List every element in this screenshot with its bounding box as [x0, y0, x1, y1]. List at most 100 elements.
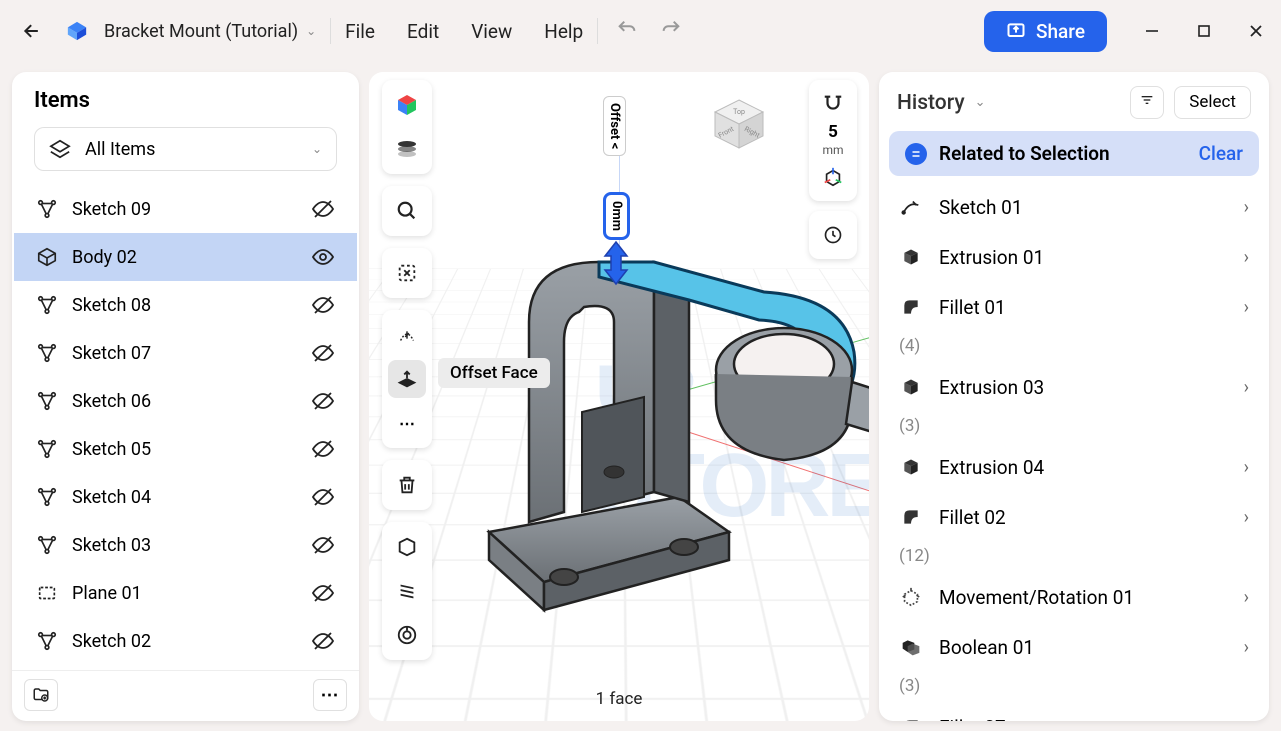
item-row[interactable]: Sketch 02: [14, 617, 357, 665]
new-folder-button[interactable]: [24, 679, 58, 711]
delete-selection-button[interactable]: [388, 254, 426, 292]
back-button[interactable]: [18, 17, 46, 45]
visibility-toggle[interactable]: [311, 293, 335, 317]
item-label: Sketch 09: [72, 199, 151, 220]
svg-text:Top: Top: [733, 108, 745, 116]
visibility-toggle[interactable]: [311, 245, 335, 269]
history-row[interactable]: Fillet 01›: [889, 282, 1259, 332]
history-row[interactable]: Extrusion 04›: [889, 442, 1259, 492]
model-body[interactable]: [454, 182, 869, 622]
visibility-toggle[interactable]: [311, 437, 335, 461]
item-row[interactable]: Sketch 06: [14, 377, 357, 425]
visibility-toggle[interactable]: [311, 581, 335, 605]
menu-file[interactable]: File: [345, 20, 375, 43]
item-row[interactable]: Sketch 04: [14, 473, 357, 521]
undo-button[interactable]: [616, 18, 638, 44]
tooltip: Offset Face: [438, 358, 550, 388]
document-dropdown[interactable]: Bracket Mount (Tutorial) ⌄: [104, 21, 316, 42]
visibility-toggle[interactable]: [311, 629, 335, 653]
shaded-view-button[interactable]: [388, 86, 426, 124]
close-button[interactable]: [1249, 25, 1263, 37]
item-row[interactable]: Sketch 07: [14, 329, 357, 377]
origin-button[interactable]: [815, 159, 851, 195]
share-button[interactable]: Share: [984, 11, 1107, 52]
history-row[interactable]: Fillet 02›: [889, 492, 1259, 542]
history-panel: History ⌄ Select Related to Selection Cl…: [879, 72, 1269, 721]
item-row[interactable]: Sketch 09: [14, 185, 357, 233]
history-filter-button[interactable]: [1130, 86, 1164, 119]
chevron-right-icon: ›: [1244, 637, 1249, 658]
chevron-right-icon: ›: [1244, 247, 1249, 268]
titlebar: Bracket Mount (Tutorial) ⌄ File Edit Vie…: [0, 0, 1281, 62]
item-label: Sketch 04: [72, 487, 151, 508]
history-row[interactable]: Sketch 01›: [889, 182, 1259, 232]
visibility-toggle[interactable]: [311, 485, 335, 509]
history-label: Extrusion 03: [939, 376, 1044, 399]
trash-button[interactable]: [388, 466, 426, 504]
recent-button[interactable]: [815, 217, 851, 253]
body-icon: [36, 246, 58, 268]
chevron-right-icon: ›: [1244, 717, 1249, 722]
visibility-toggle[interactable]: [311, 341, 335, 365]
history-count: (12): [889, 542, 1259, 572]
offset-label: Offset <: [603, 96, 626, 156]
viewport[interactable]: ᴜᴘSTORE: [369, 72, 869, 721]
item-row[interactable]: Plane 01: [14, 569, 357, 617]
history-row[interactable]: Movement/Rotation 01›: [889, 572, 1259, 622]
thread-button[interactable]: [388, 572, 426, 610]
fillet-icon: [899, 715, 923, 721]
item-row[interactable]: Sketch 08: [14, 281, 357, 329]
measure-button[interactable]: [388, 616, 426, 654]
filter-banner-label: Related to Selection: [939, 142, 1110, 165]
sketch-icon: [36, 486, 58, 508]
visibility-toggle[interactable]: [311, 197, 335, 221]
sketch-icon: [36, 438, 58, 460]
history-count: (3): [889, 412, 1259, 442]
chevron-down-icon: ⌄: [312, 142, 322, 156]
fillet-icon: [899, 295, 923, 319]
history-label: Movement/Rotation 01: [939, 586, 1134, 609]
offset-face-button[interactable]: [388, 360, 426, 398]
items-list: Sketch 09 Body 02Sketch 08 Sketch 07 Sketch…: [14, 185, 357, 670]
minimize-button[interactable]: [1145, 25, 1159, 37]
fillet-icon: [899, 505, 923, 529]
menu-edit[interactable]: Edit: [407, 20, 439, 43]
search-button[interactable]: [388, 192, 426, 230]
menu-help[interactable]: Help: [544, 20, 583, 43]
chevron-down-icon[interactable]: ⌄: [975, 95, 986, 110]
sketch-icon: [36, 294, 58, 316]
viewcube[interactable]: Top Front Right: [709, 94, 769, 154]
history-label: Fillet 01: [939, 296, 1006, 319]
item-row[interactable]: Body 02: [14, 233, 357, 281]
item-row[interactable]: Sketch 05: [14, 425, 357, 473]
share-label: Share: [1036, 20, 1085, 43]
history-row[interactable]: Extrusion 03 ›: [889, 362, 1259, 412]
sketch-icon: [36, 534, 58, 556]
sketch-icon: [36, 390, 58, 412]
select-button[interactable]: Select: [1174, 86, 1251, 119]
solid-button[interactable]: [388, 528, 426, 566]
offset-value-input[interactable]: 0mm: [603, 192, 630, 240]
history-row[interactable]: Fillet 07›: [889, 702, 1259, 721]
items-filter-dropdown[interactable]: All Items ⌄: [34, 127, 337, 171]
drag-handle[interactable]: [601, 240, 631, 290]
more-button[interactable]: ⋯: [313, 679, 347, 711]
chevron-right-icon: ›: [1244, 377, 1249, 398]
maximize-button[interactable]: [1197, 25, 1211, 37]
item-label: Sketch 07: [72, 343, 151, 364]
sketch-icon: [36, 630, 58, 652]
layers-button[interactable]: [388, 130, 426, 168]
visibility-toggle[interactable]: [311, 533, 335, 557]
sketch-tool-button[interactable]: [388, 316, 426, 354]
snap-button[interactable]: [815, 86, 851, 122]
clear-filter-button[interactable]: Clear: [1199, 142, 1243, 165]
items-filter-label: All Items: [85, 139, 155, 160]
menu-view[interactable]: View: [471, 20, 512, 43]
history-row[interactable]: Extrusion 01›: [889, 232, 1259, 282]
visibility-toggle[interactable]: [311, 389, 335, 413]
item-row[interactable]: Sketch 03: [14, 521, 357, 569]
redo-button[interactable]: [660, 18, 682, 44]
more-tools-button[interactable]: ⋯: [388, 404, 426, 442]
history-row[interactable]: Boolean 01›: [889, 622, 1259, 672]
layers-icon: [49, 138, 71, 160]
